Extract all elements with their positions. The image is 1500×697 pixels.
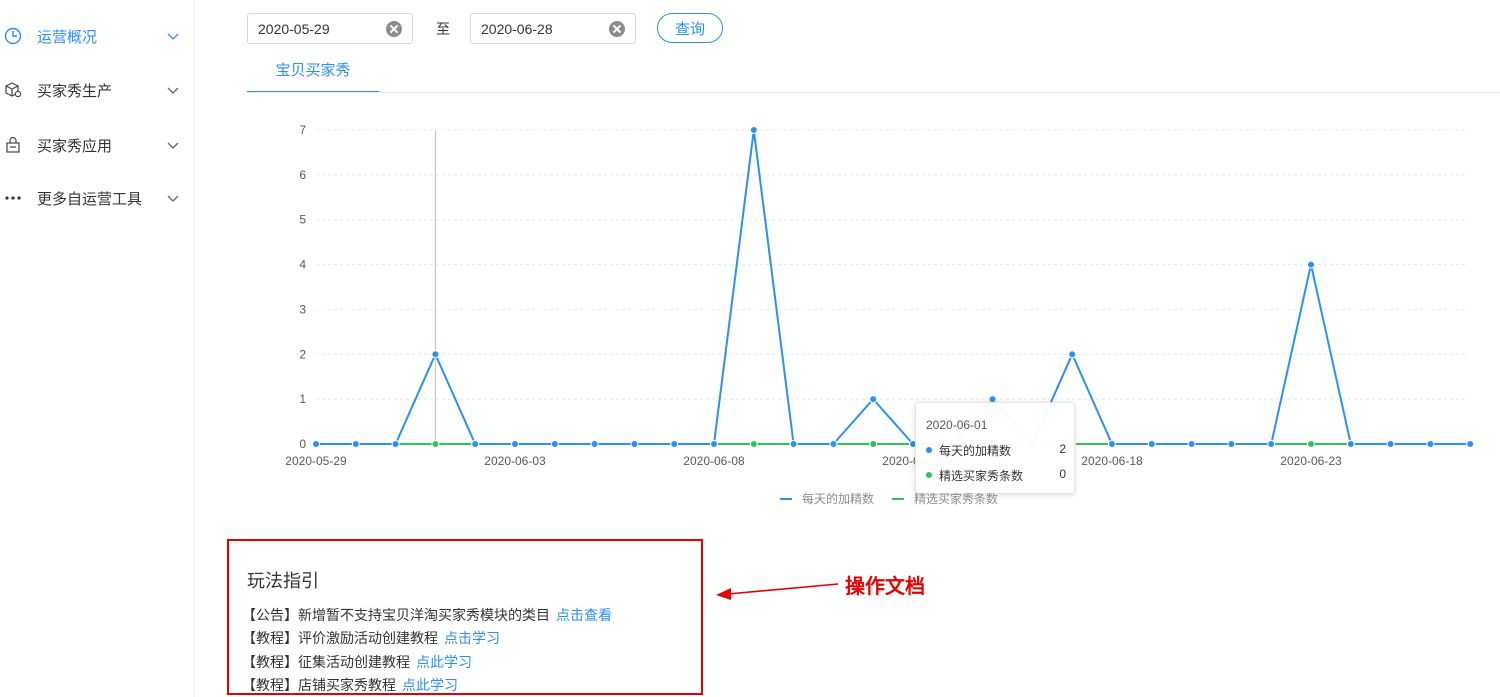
- annotation-arrow-icon: [716, 583, 839, 600]
- annotation-label: 操作文档: [845, 576, 925, 598]
